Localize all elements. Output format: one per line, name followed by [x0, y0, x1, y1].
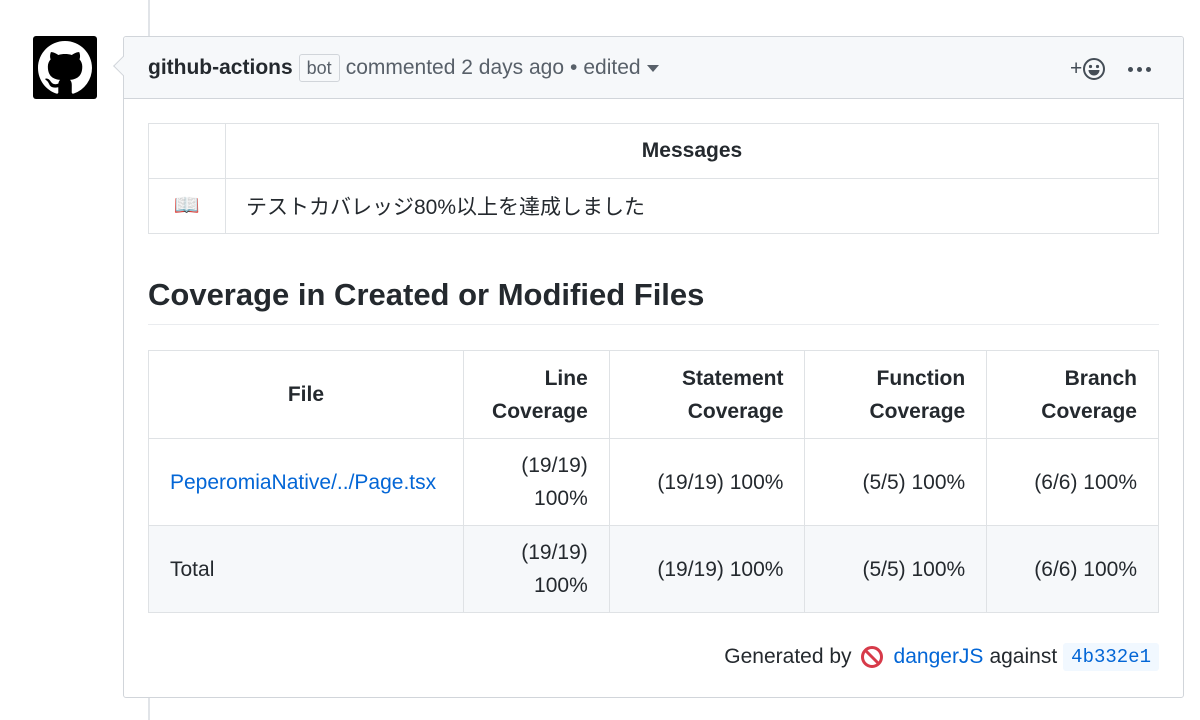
bot-label: bot: [298, 54, 340, 82]
line-count: (19/19): [521, 541, 588, 564]
header-file: File: [148, 350, 464, 439]
header-statement-coverage: Statement Coverage: [608, 350, 806, 439]
dangerjs-link[interactable]: dangerJS: [894, 645, 984, 669]
header-function-coverage: Function Coverage: [804, 350, 988, 439]
caret-down-icon: [646, 64, 659, 72]
line-coverage-cell: (19/19) 100%: [462, 438, 610, 526]
comment-box: github-actions bot commented 2 days ago …: [113, 36, 1184, 698]
header-branch-1: Branch: [1064, 366, 1137, 390]
edited-dropdown[interactable]: edited: [583, 56, 659, 80]
comment-action: commented: [345, 56, 456, 79]
header-function-1: Function: [876, 366, 966, 390]
edited-label: edited: [583, 56, 641, 79]
header-branch-2: Coverage: [1041, 399, 1137, 423]
commit-sha-link[interactable]: 4b332e1: [1063, 643, 1159, 671]
messages-table: Messages 📖 テストカバレッジ80%以上を達成しました: [148, 123, 1159, 234]
table-row-total: Total (19/19) 100% (19/19) 100% (5/5) 10…: [148, 525, 1159, 613]
github-octocat-icon: [38, 40, 92, 94]
more-options-button[interactable]: [1128, 57, 1151, 81]
line-percent: 100%: [534, 574, 588, 597]
message-row: 📖 テストカバレッジ80%以上を達成しました: [148, 178, 1159, 234]
against-text: against: [989, 645, 1058, 668]
branch-coverage-cell: (6/6) 100%: [986, 438, 1159, 526]
comment-caret: [113, 56, 133, 76]
book-icon: 📖: [148, 178, 226, 234]
header-line-2: Coverage: [492, 399, 588, 423]
plus-label: +: [1070, 57, 1083, 80]
line-coverage-cell: (19/19) 100%: [462, 525, 610, 613]
kebab-dot-icon: [1128, 66, 1133, 72]
generated-footer: Generated by dangerJS against 4b332e1: [724, 640, 1159, 674]
add-reaction-button[interactable]: +: [1070, 56, 1106, 82]
no-entry-icon: [860, 646, 883, 668]
smiley-icon: [1083, 58, 1106, 80]
coverage-table: File Line Coverage Statement Coverage Fu…: [148, 350, 1159, 613]
line-percent: 100%: [534, 487, 588, 510]
comment-time[interactable]: 2 days ago: [461, 56, 564, 80]
generated-by-text: Generated by: [724, 645, 852, 668]
separator-dot: •: [570, 56, 578, 79]
messages-header-row: Messages: [148, 123, 1159, 179]
file-cell: PeperomiaNative/../Page.tsx: [148, 438, 464, 526]
message-text: テストカバレッジ80%以上を達成しました: [225, 178, 1159, 234]
header-line-1: Line: [544, 366, 588, 390]
kebab-dot-icon: [1146, 66, 1151, 72]
header-statement-1: Statement: [681, 366, 784, 390]
total-label: Total: [148, 525, 464, 613]
file-link[interactable]: PeperomiaNative/../Page.tsx: [170, 471, 436, 494]
header-branch-coverage: Branch Coverage: [986, 350, 1159, 439]
statement-coverage-cell: (19/19) 100%: [608, 438, 806, 526]
branch-coverage-cell: (6/6) 100%: [986, 525, 1159, 613]
function-coverage-cell: (5/5) 100%: [804, 525, 988, 613]
statement-coverage-cell: (19/19) 100%: [608, 525, 806, 613]
header-function-2: Coverage: [869, 399, 966, 423]
header-line-coverage: Line Coverage: [462, 350, 610, 439]
messages-header-icon-cell: [148, 123, 226, 179]
coverage-header-row: File Line Coverage Statement Coverage Fu…: [148, 350, 1159, 439]
table-row: PeperomiaNative/../Page.tsx (19/19) 100%…: [148, 438, 1159, 526]
line-count: (19/19): [521, 454, 588, 477]
coverage-heading: Coverage in Created or Modified Files: [148, 274, 1159, 325]
header-statement-2: Coverage: [687, 399, 784, 423]
kebab-dot-icon: [1137, 66, 1142, 72]
function-coverage-cell: (5/5) 100%: [804, 438, 988, 526]
messages-header: Messages: [225, 123, 1159, 179]
avatar[interactable]: [33, 36, 97, 99]
author-link[interactable]: github-actions: [148, 56, 293, 80]
comment-meta: github-actions bot commented 2 days ago …: [148, 37, 659, 99]
comment-header: github-actions bot commented 2 days ago …: [113, 37, 1183, 99]
